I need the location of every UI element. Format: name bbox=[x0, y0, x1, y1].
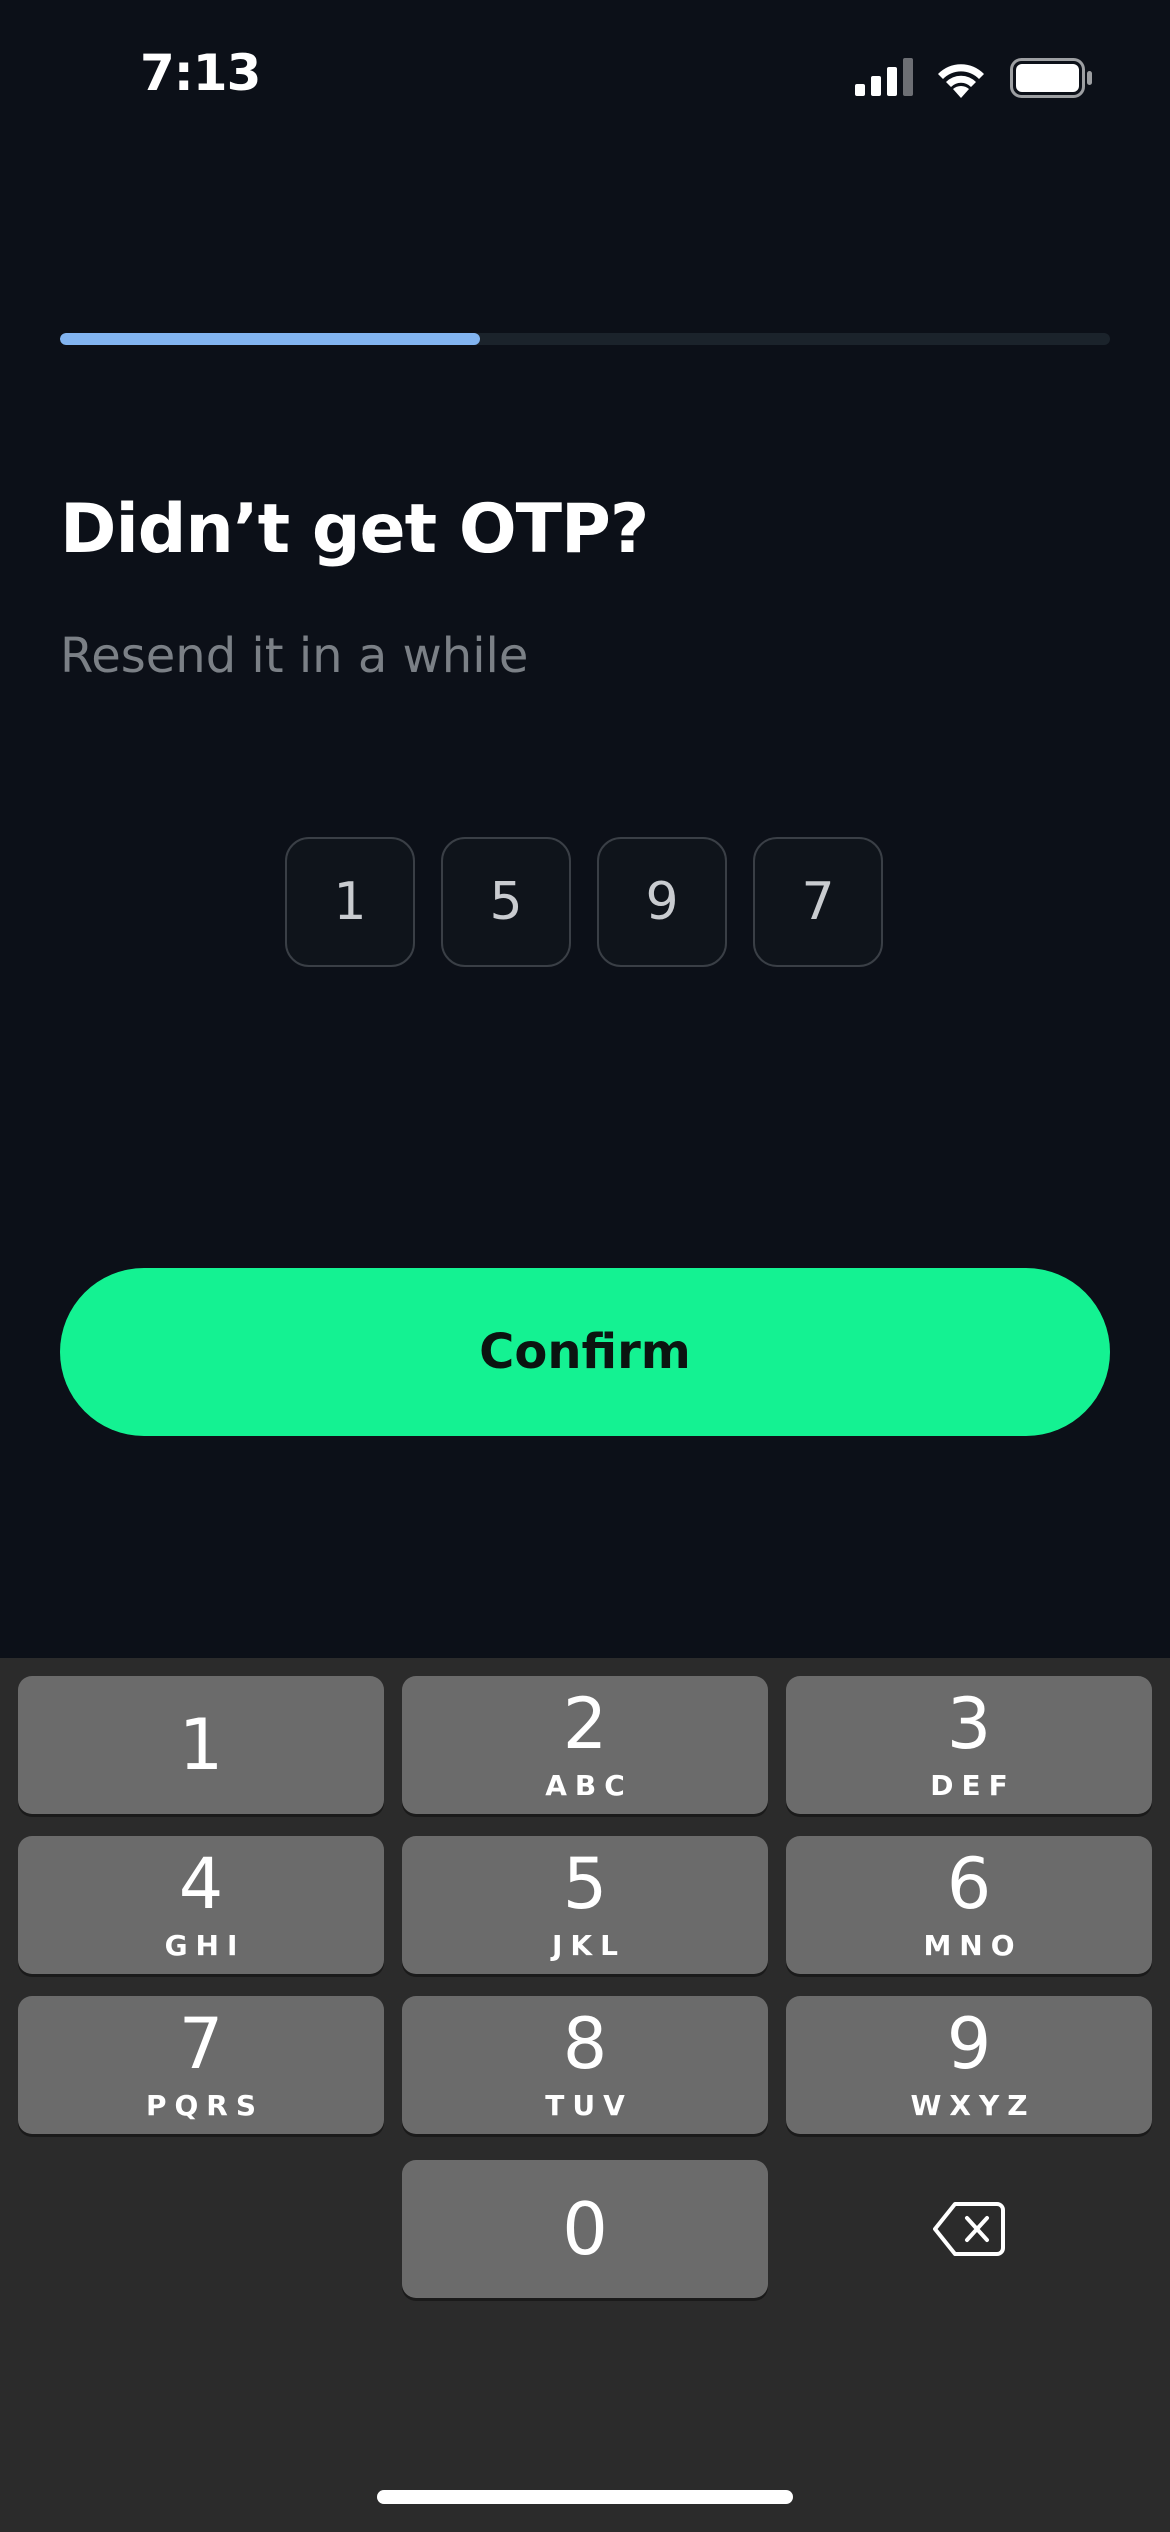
otp-digit-3[interactable]: 9 bbox=[597, 837, 727, 967]
key-2[interactable]: 2 ABC bbox=[402, 1676, 768, 1814]
key-3[interactable]: 3 DEF bbox=[786, 1676, 1152, 1814]
key-letters: WXYZ bbox=[910, 2088, 1036, 2122]
key-4[interactable]: 4 GHI bbox=[18, 1836, 384, 1974]
key-digit: 2 bbox=[562, 1682, 608, 1765]
otp-digit-1[interactable]: 1 bbox=[285, 837, 415, 967]
key-7[interactable]: 7 PQRS bbox=[18, 1996, 384, 2134]
key-digit: 6 bbox=[946, 1842, 992, 1925]
key-digit: 0 bbox=[562, 2187, 608, 2271]
resend-hint: Resend it in a while bbox=[60, 628, 529, 684]
key-letters: TUV bbox=[545, 2088, 633, 2122]
key-9[interactable]: 9 WXYZ bbox=[786, 1996, 1152, 2134]
key-1[interactable]: 1 bbox=[18, 1676, 384, 1814]
battery-icon bbox=[1010, 58, 1092, 98]
key-digit: 8 bbox=[562, 2002, 608, 2085]
status-bar: 7:13 bbox=[0, 0, 1170, 150]
key-digit: 5 bbox=[562, 1842, 608, 1925]
key-0[interactable]: 0 bbox=[402, 2160, 768, 2298]
otp-input-group: 1 5 9 7 bbox=[285, 837, 883, 967]
key-digit: 1 bbox=[178, 1704, 224, 1786]
key-digit: 9 bbox=[946, 2002, 992, 2085]
key-6[interactable]: 6 MNO bbox=[786, 1836, 1152, 1974]
page-title: Didn’t get OTP? bbox=[60, 490, 649, 569]
key-digit: 7 bbox=[178, 2002, 224, 2085]
delete-key[interactable] bbox=[786, 2160, 1152, 2298]
key-letters: DEF bbox=[930, 1768, 1016, 1802]
key-letters: ABC bbox=[545, 1768, 633, 1802]
key-letters: PQRS bbox=[145, 2088, 265, 2122]
key-letters: JKL bbox=[552, 1928, 626, 1962]
numeric-keyboard: 1 2 ABC 3 DEF 4 GHI 5 JKL 6 MNO 7 PQRS 8… bbox=[0, 1658, 1170, 2532]
otp-digit-2[interactable]: 5 bbox=[441, 837, 571, 967]
key-letters: GHI bbox=[164, 1928, 246, 1962]
wifi-icon bbox=[938, 64, 984, 98]
key-digit: 3 bbox=[946, 1682, 992, 1765]
progress-bar bbox=[60, 333, 1110, 345]
key-5[interactable]: 5 JKL bbox=[402, 1836, 768, 1974]
key-digit: 4 bbox=[178, 1842, 224, 1925]
cellular-signal-icon bbox=[855, 58, 913, 96]
progress-bar-fill bbox=[60, 333, 480, 345]
confirm-button[interactable]: Confirm bbox=[60, 1268, 1110, 1436]
status-time: 7:13 bbox=[140, 44, 261, 102]
key-letters: MNO bbox=[923, 1928, 1023, 1962]
backspace-icon bbox=[933, 2202, 1005, 2256]
key-8[interactable]: 8 TUV bbox=[402, 1996, 768, 2134]
otp-digit-4[interactable]: 7 bbox=[753, 837, 883, 967]
home-indicator bbox=[377, 2490, 793, 2504]
